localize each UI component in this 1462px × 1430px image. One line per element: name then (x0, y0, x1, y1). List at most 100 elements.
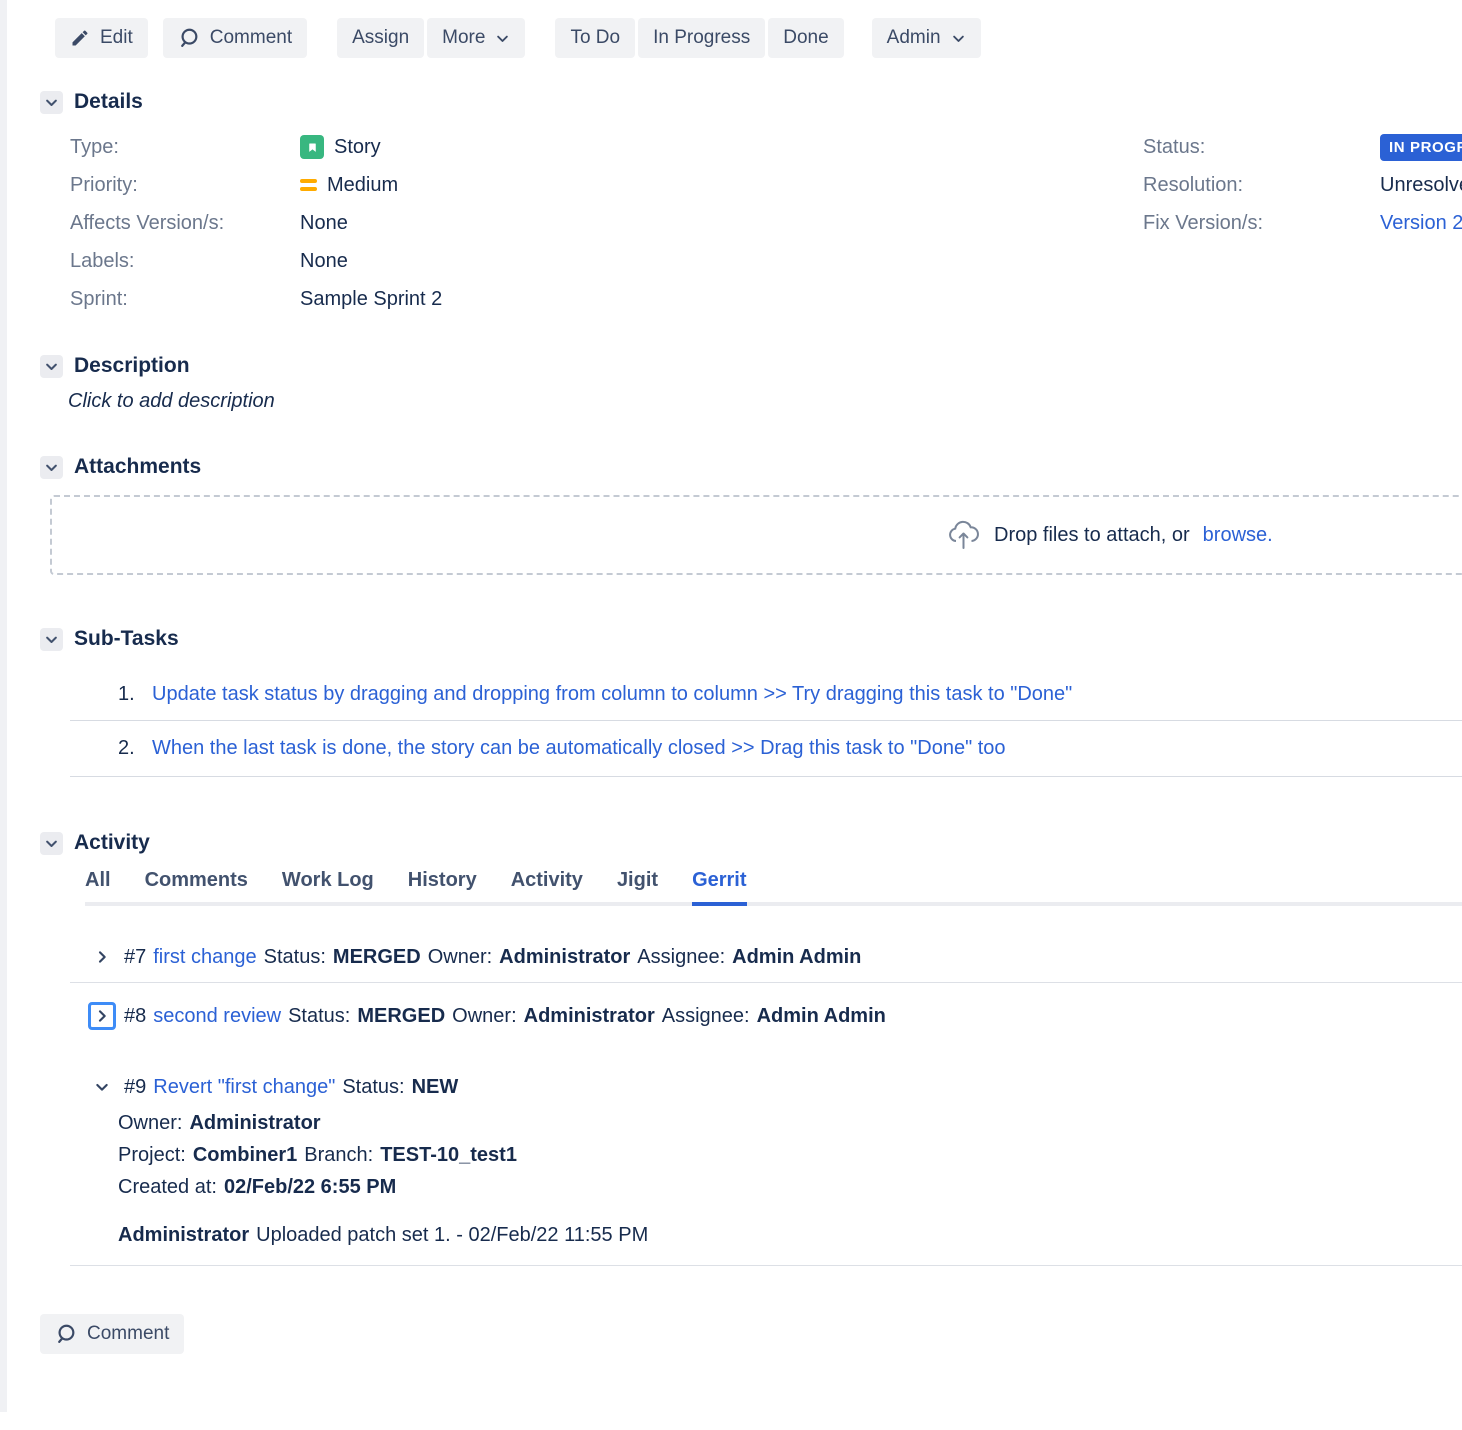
tab-all[interactable]: All (85, 869, 111, 906)
attachment-dropzone[interactable]: Drop files to attach, or browse. (50, 495, 1462, 575)
gerrit-owner-value: Administrator (189, 1107, 320, 1139)
gerrit-created-label: Created at: (118, 1171, 217, 1203)
collapse-subtasks-button[interactable] (40, 628, 63, 651)
details-header: Details (40, 90, 1462, 114)
subtask-link[interactable]: Update task status by dragging and dropp… (152, 683, 1072, 706)
details-section: Details Type: Story Priority: Medium (0, 90, 1462, 318)
comment-button-label: Comment (210, 27, 292, 49)
collapse-activity-button[interactable] (40, 832, 63, 855)
more-button-label: More (442, 27, 485, 49)
description-placeholder[interactable]: Click to add description (68, 390, 1462, 413)
attachments-title: Attachments (74, 455, 201, 479)
tab-work-log[interactable]: Work Log (282, 869, 374, 906)
gerrit-created-line: Created at: 02/Feb/22 6:55 PM (118, 1171, 1462, 1203)
assign-group: Assign More (337, 18, 525, 58)
drop-files-text: Drop files to attach, or (994, 524, 1190, 547)
gerrit-patchset-line: Administrator Uploaded patch set 1. - 02… (118, 1219, 1462, 1251)
priority-value: Medium (327, 174, 398, 197)
status-label: Status: (1143, 136, 1380, 159)
workflow-group: To Do In Progress Done (555, 18, 843, 58)
comment-footer-button[interactable]: Comment (40, 1314, 184, 1354)
collapse-attachments-button[interactable] (40, 456, 63, 479)
admin-button[interactable]: Admin (872, 18, 981, 58)
admin-button-label: Admin (887, 27, 941, 49)
subtask-link[interactable]: When the last task is done, the story ca… (152, 737, 1006, 760)
gerrit-owner-label: Owner: (118, 1107, 182, 1139)
browse-link[interactable]: browse. (1203, 524, 1273, 547)
done-button[interactable]: Done (768, 18, 843, 58)
collapse-details-button[interactable] (40, 91, 63, 114)
activity-section: Activity All Comments Work Log History A… (0, 831, 1462, 1266)
gerrit-branch-value: TEST-10_test1 (380, 1139, 517, 1171)
labels-label: Labels: (70, 250, 300, 273)
gerrit-change-link[interactable]: first change (153, 946, 256, 969)
priority-medium-icon (300, 179, 317, 191)
details-right-column: Status: IN PROGRESS Resolution: Unresolv… (1143, 128, 1462, 242)
todo-button[interactable]: To Do (555, 18, 635, 58)
chevron-right-icon[interactable] (88, 943, 116, 971)
labels-value: None (300, 250, 348, 273)
done-button-label: Done (783, 27, 828, 49)
fix-version-row: Fix Version/s: Version 2 (1143, 204, 1462, 242)
tab-gerrit[interactable]: Gerrit (692, 869, 746, 906)
gerrit-owner-label: Owner: (452, 1005, 516, 1028)
subtasks-title: Sub-Tasks (74, 627, 179, 651)
tab-jigit[interactable]: Jigit (617, 869, 658, 906)
issue-toolbar: Edit Comment Assign More To Do (55, 18, 1462, 58)
gerrit-patchset-text: Uploaded patch set 1. - 02/Feb/22 11:55 … (256, 1219, 648, 1251)
gerrit-assignee-value: Admin Admin (732, 946, 861, 969)
attachments-section: Attachments Drop files to attach, or bro… (0, 455, 1462, 575)
gerrit-change-link[interactable]: Revert "first change" (153, 1076, 335, 1099)
gerrit-change-link[interactable]: second review (153, 1005, 281, 1028)
attachments-header: Attachments (40, 455, 1462, 479)
assign-button[interactable]: Assign (337, 18, 424, 58)
chevron-right-icon[interactable] (88, 1002, 116, 1030)
resolution-row: Resolution: Unresolved (1143, 166, 1462, 204)
comment-bubble-icon (178, 27, 200, 49)
tab-activity[interactable]: Activity (511, 869, 583, 906)
description-title: Description (74, 354, 190, 378)
subtask-number: 1. (118, 683, 152, 706)
in-progress-button[interactable]: In Progress (638, 18, 765, 58)
subtask-number: 2. (118, 737, 152, 760)
assign-button-label: Assign (352, 27, 409, 49)
subtask-row: 1. Update task status by dragging and dr… (70, 669, 1462, 721)
gerrit-row-8: #8 second review Status: MERGED Owner: A… (88, 983, 1462, 1049)
gerrit-project-value: Combiner1 (193, 1139, 297, 1171)
tab-comments[interactable]: Comments (145, 869, 248, 906)
gerrit-assignee-label: Assignee: (662, 1005, 750, 1028)
sprint-value: Sample Sprint 2 (300, 288, 442, 311)
fix-version-label: Fix Version/s: (1143, 212, 1380, 235)
gerrit-owner-value: Administrator (499, 946, 630, 969)
fix-version-link[interactable]: Version 2 (1380, 212, 1462, 235)
gerrit-status-value: MERGED (357, 1005, 445, 1028)
gerrit-owner-label: Owner: (428, 946, 492, 969)
subtask-row: 2. When the last task is done, the story… (70, 721, 1462, 777)
gerrit-row-7: #7 first change Status: MERGED Owner: Ad… (88, 932, 1462, 982)
issue-view: Edit Comment Assign More To Do (0, 18, 1462, 1354)
tab-history[interactable]: History (408, 869, 477, 906)
collapse-description-button[interactable] (40, 355, 63, 378)
divider (70, 1265, 1462, 1266)
more-button[interactable]: More (427, 18, 525, 58)
chevron-down-icon[interactable] (88, 1073, 116, 1101)
details-title: Details (74, 90, 143, 114)
comment-button[interactable]: Comment (163, 18, 307, 58)
subtasks-header: Sub-Tasks (40, 627, 1462, 651)
gerrit-status-value: NEW (412, 1076, 459, 1099)
resolution-label: Resolution: (1143, 174, 1380, 197)
gerrit-change-number: #8 (124, 1005, 146, 1028)
status-badge: IN PROGRESS (1380, 134, 1462, 161)
comment-bubble-icon (55, 1323, 77, 1345)
pencil-icon (70, 28, 90, 48)
chevron-down-icon (495, 31, 510, 46)
subtasks-section: Sub-Tasks 1. Update task status by dragg… (0, 627, 1462, 777)
type-label: Type: (70, 136, 300, 159)
description-section: Description Click to add description (0, 354, 1462, 413)
gerrit-assignee-label: Assignee: (637, 946, 725, 969)
type-value: Story (334, 136, 381, 159)
gerrit-project-label: Project: (118, 1139, 186, 1171)
gerrit-status-label: Status: (342, 1076, 404, 1099)
gerrit-patchset-author: Administrator (118, 1219, 249, 1251)
edit-button[interactable]: Edit (55, 18, 148, 58)
